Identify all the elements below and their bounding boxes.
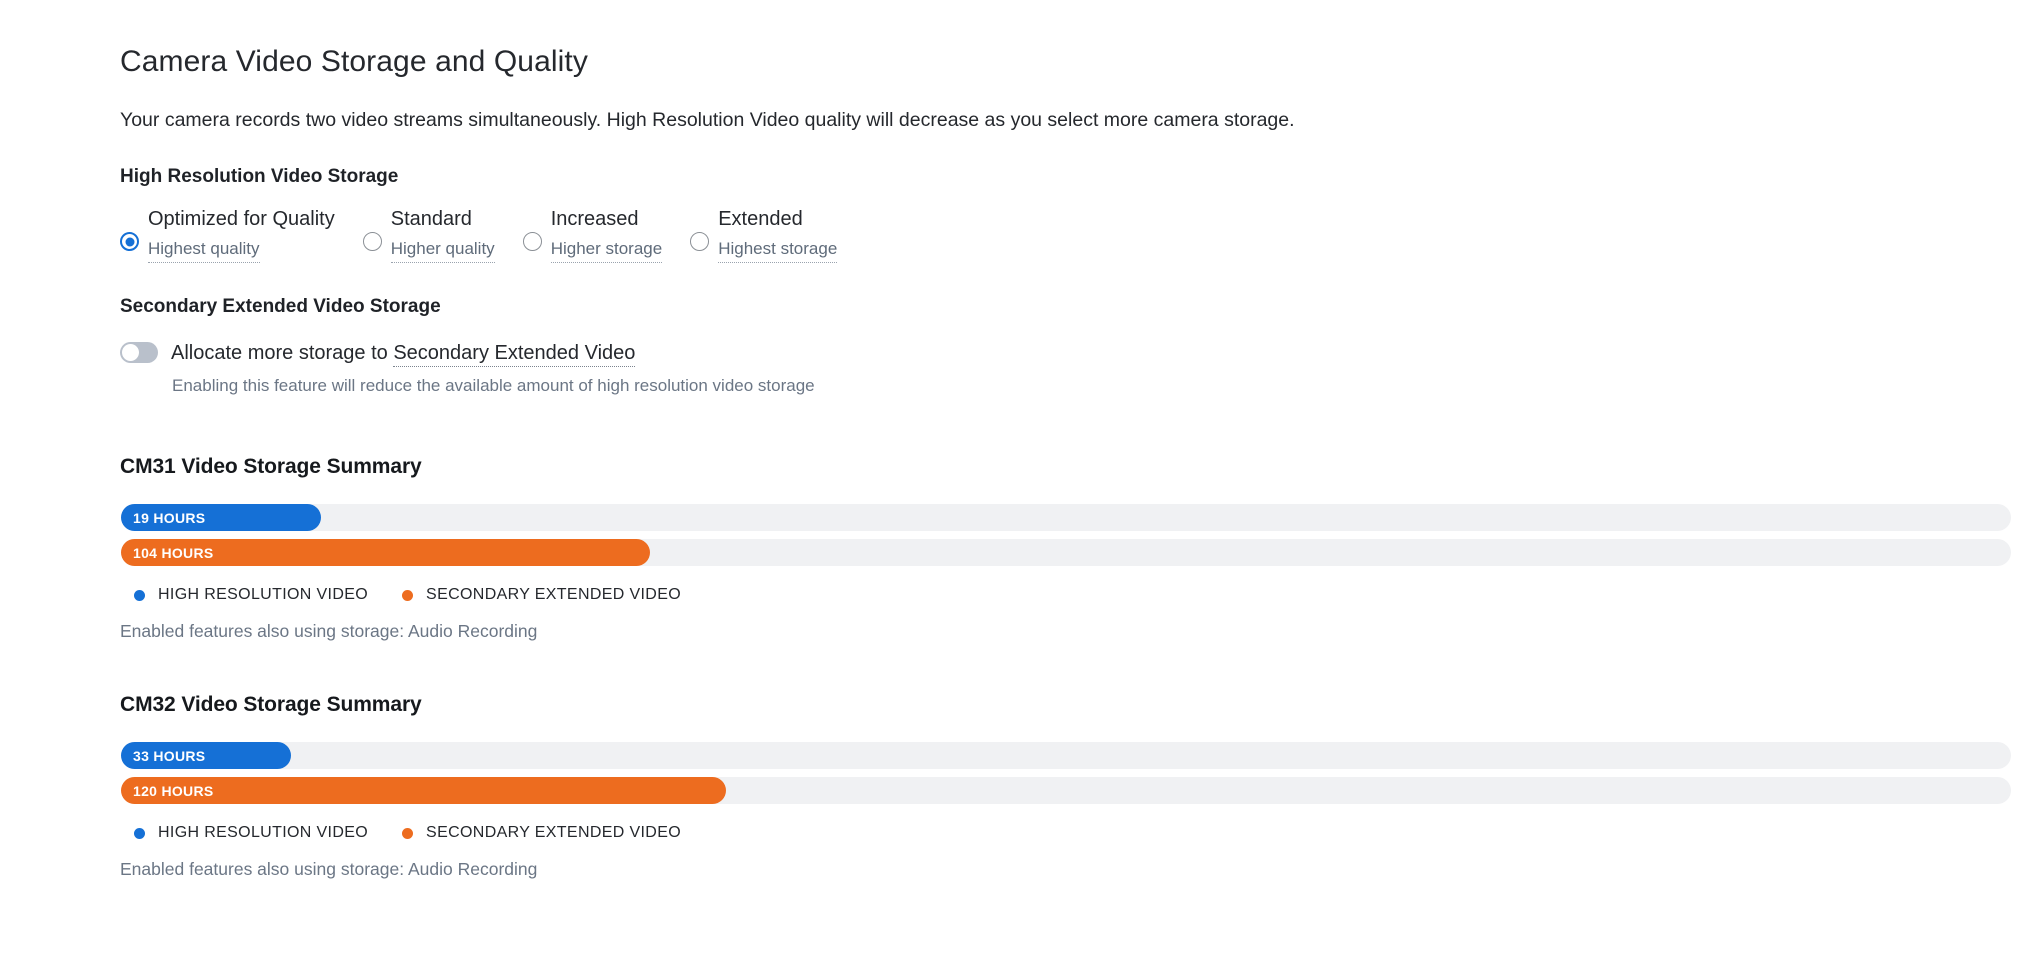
allocate-storage-toggle-label-prefix: Allocate more storage to <box>171 341 394 364</box>
legend-dot-high-resolution-icon <box>134 827 145 839</box>
bar-fill-high-resolution-cm32: 33 HOURS <box>121 742 292 770</box>
radio-icon-optimized-for-quality[interactable] <box>120 232 139 251</box>
allocate-storage-toggle[interactable] <box>120 342 158 364</box>
radio-label-standard: Standard <box>390 208 472 230</box>
legend-label-high-resolution-cm32: HIGH RESOLUTION VIDEO <box>158 824 369 842</box>
page-title: Camera Video Storage and Quality <box>120 45 588 78</box>
legend-item-secondary-extended-cm32: SECONDARY EXTENDED VIDEO <box>402 824 681 842</box>
bar-fill-secondary-extended-cm31: 104 HOURS <box>121 539 651 567</box>
summary-title-cm32: CM32 Video Storage Summary <box>120 692 422 716</box>
storage-summary-cm31: CM31 Video Storage Summary 19 HOURS 104 … <box>120 453 2011 643</box>
legend-cm32: HIGH RESOLUTION VIDEO SECONDARY EXTENDED… <box>120 824 2002 842</box>
legend-dot-high-resolution-icon <box>134 589 145 601</box>
bar-value-high-resolution-cm32: 33 HOURS <box>133 747 206 764</box>
legend-item-high-resolution-cm31: HIGH RESOLUTION VIDEO <box>134 586 368 604</box>
high-resolution-storage-label: High Resolution Video Storage <box>120 166 399 188</box>
radio-option-standard[interactable]: Standard Higher quality <box>362 206 495 263</box>
legend-label-secondary-extended-cm31: SECONDARY EXTENDED VIDEO <box>426 586 682 604</box>
legend-label-high-resolution-cm31: HIGH RESOLUTION VIDEO <box>158 586 369 604</box>
allocate-storage-toggle-label: Allocate more storage to Secondary Exten… <box>171 340 636 367</box>
legend-dot-secondary-extended-icon <box>402 827 414 839</box>
summary-title-cm31: CM31 Video Storage Summary <box>120 454 422 478</box>
bar-value-secondary-extended-cm32: 120 HOURS <box>133 782 214 799</box>
bar-fill-secondary-extended-cm32: 120 HOURS <box>121 777 726 805</box>
secondary-extended-video-link[interactable]: Secondary Extended Video <box>393 341 636 367</box>
radio-sublabel-extended: Highest storage <box>718 239 838 263</box>
radio-label-optimized-for-quality: Optimized for Quality <box>148 208 335 230</box>
radio-icon-extended[interactable] <box>690 232 710 251</box>
radio-sublabel-optimized-for-quality: Highest quality <box>148 239 260 263</box>
bar-track-secondary-extended-cm32: 120 HOURS <box>121 777 2011 805</box>
camera-storage-settings-page: Camera Video Storage and Quality Your ca… <box>0 0 2042 966</box>
storage-bars-cm31: 19 HOURS 104 HOURS <box>120 504 2011 567</box>
radio-option-extended[interactable]: Extended Highest storage <box>690 206 838 263</box>
radio-icon-standard[interactable] <box>362 232 382 251</box>
storage-bars-cm32: 33 HOURS 120 HOURS <box>120 742 2011 805</box>
bar-value-secondary-extended-cm31: 104 HOURS <box>133 544 214 561</box>
radio-option-increased[interactable]: Increased Higher storage <box>522 206 663 263</box>
bar-track-high-resolution-cm32: 33 HOURS <box>121 742 2011 770</box>
radio-label-extended: Extended <box>718 208 803 230</box>
bar-fill-high-resolution-cm31: 19 HOURS <box>121 504 322 532</box>
secondary-extended-storage-label: Secondary Extended Video Storage <box>120 296 441 317</box>
legend-dot-secondary-extended-icon <box>402 589 414 601</box>
toggle-knob-icon <box>122 344 139 362</box>
legend-item-secondary-extended-cm31: SECONDARY EXTENDED VIDEO <box>402 586 681 604</box>
radio-option-optimized-for-quality[interactable]: Optimized for Quality Highest quality <box>120 206 335 263</box>
bar-track-secondary-extended-cm31: 104 HOURS <box>121 539 2011 567</box>
legend-item-high-resolution-cm32: HIGH RESOLUTION VIDEO <box>134 824 368 842</box>
secondary-extended-storage-toggle-row[interactable]: Allocate more storage to Secondary Exten… <box>120 340 2002 367</box>
bar-value-high-resolution-cm31: 19 HOURS <box>133 509 206 526</box>
legend-cm31: HIGH RESOLUTION VIDEO SECONDARY EXTENDED… <box>120 586 2002 604</box>
radio-sublabel-increased: Higher storage <box>550 239 663 263</box>
legend-label-secondary-extended-cm32: SECONDARY EXTENDED VIDEO <box>426 824 682 842</box>
radio-icon-increased[interactable] <box>522 232 542 251</box>
enabled-features-note-cm31: Enabled features also using storage: Aud… <box>120 621 538 642</box>
allocate-storage-help-text: Enabling this feature will reduce the av… <box>172 375 815 395</box>
bar-track-high-resolution-cm31: 19 HOURS <box>121 504 2011 532</box>
radio-label-increased: Increased <box>550 208 639 230</box>
enabled-features-note-cm32: Enabled features also using storage: Aud… <box>120 859 538 880</box>
page-description: Your camera records two video streams si… <box>120 109 1295 131</box>
storage-summary-cm32: CM32 Video Storage Summary 33 HOURS 120 … <box>120 691 2011 881</box>
high-resolution-storage-radio-group: Optimized for Quality Highest quality St… <box>120 206 2002 263</box>
radio-sublabel-standard: Higher quality <box>390 239 495 263</box>
